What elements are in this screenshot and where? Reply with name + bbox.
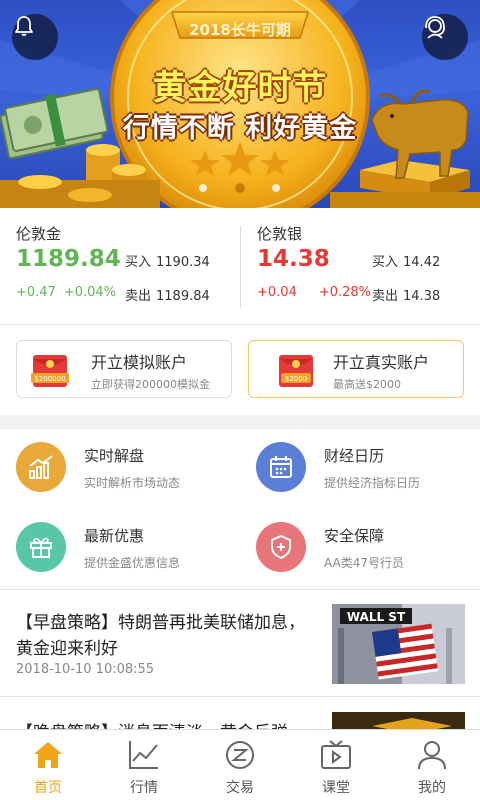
quote-price: 1189.84 bbox=[16, 246, 121, 272]
price-quotes: 伦敦金 1189.84 +0.47 +0.04% 买入 1190.34 卖出 1189… bbox=[0, 208, 480, 325]
tab-trade[interactable]: 交易 bbox=[192, 730, 288, 800]
feature-subtitle: AA类47号行员 bbox=[324, 556, 405, 570]
sell-label: 卖出 bbox=[372, 289, 399, 304]
tv-icon bbox=[321, 740, 351, 769]
quote-change: +0.04 +0.28% bbox=[257, 285, 371, 300]
news-time: 2018-10-10 10:08:55 bbox=[16, 662, 155, 677]
quote-name: 伦敦金 bbox=[16, 225, 62, 243]
quote-name: 伦敦银 bbox=[257, 225, 303, 243]
banner-slogan: 2018长牛可期 bbox=[189, 21, 291, 39]
tab-label: 首页 bbox=[34, 780, 62, 796]
feature-title: 财经日历 bbox=[324, 447, 385, 465]
news-list: 【早盘策略】特朗普再批美联储加息，黄金迎来利好 2018-10-10 10:08… bbox=[0, 589, 480, 748]
banner-subtitle: 行情不断 利好黄金 bbox=[122, 113, 358, 144]
quote-change: +0.47 +0.04% bbox=[16, 285, 116, 300]
silver-quote[interactable]: 伦敦银 14.38 +0.04 +0.28% 买入 14.42 卖出 14.38 bbox=[240, 208, 480, 325]
tab-label: 行情 bbox=[130, 780, 158, 796]
tab-home[interactable]: 首页 bbox=[0, 730, 96, 800]
buy-label: 买入 bbox=[125, 255, 152, 270]
bottom-tab-bar: 首页 行情 交易 课堂 我的 bbox=[0, 729, 480, 800]
envelope-badge: $200000 bbox=[34, 375, 65, 383]
promo-banner[interactable]: 2018长牛可期 黄金好时节 行情不断 利好黄金 bbox=[0, 0, 480, 208]
feature-promotions[interactable]: 最新优惠 提供金盛优惠信息 bbox=[0, 509, 240, 589]
shield-icon bbox=[256, 522, 306, 572]
feature-subtitle: 提供金盛优惠信息 bbox=[84, 556, 181, 570]
account-section: $200000 开立模拟账户 立即获得200000模拟金 $2000 开立真实账… bbox=[0, 325, 480, 415]
change-percent: +0.04% bbox=[63, 285, 117, 300]
tab-label: 课堂 bbox=[322, 780, 350, 796]
tab-profile[interactable]: 我的 bbox=[384, 730, 480, 800]
sell-price: 卖出 14.38 bbox=[372, 285, 440, 304]
sell-label: 卖出 bbox=[125, 289, 152, 304]
line-chart-icon bbox=[129, 741, 158, 769]
open-real-account-button[interactable]: $2000 开立真实账户 最高送$2000 bbox=[248, 340, 464, 398]
feature-subtitle: 提供经济指标日历 bbox=[324, 476, 421, 490]
buy-value: 1190.34 bbox=[156, 255, 210, 270]
feature-security[interactable]: 安全保障 AA类47号行员 bbox=[240, 509, 480, 589]
tab-label: 交易 bbox=[226, 780, 254, 796]
buy-price: 买入 14.42 bbox=[372, 251, 440, 270]
tab-market[interactable]: 行情 bbox=[96, 730, 192, 800]
buy-price: 买入 1190.34 bbox=[125, 251, 210, 270]
wall-street-sign: WALL ST bbox=[347, 610, 406, 624]
quote-price: 14.38 bbox=[257, 246, 330, 272]
feature-grid: 实时解盘 实时解析市场动态 财经日历 提供经济指标日历 最新优惠 提供金盛优惠信… bbox=[0, 429, 480, 589]
banner-title: 黄金好时节 bbox=[152, 68, 328, 108]
sell-value: 14.38 bbox=[403, 289, 441, 304]
news-thumbnail: WALL ST bbox=[332, 604, 465, 684]
home-screen: 2018长牛可期 黄金好时节 行情不断 利好黄金 伦敦金 1189.84 +0.… bbox=[0, 0, 480, 800]
open-demo-account-button[interactable]: $200000 开立模拟账户 立即获得200000模拟金 bbox=[16, 340, 232, 398]
account-subtitle: 最高送$2000 bbox=[333, 378, 401, 391]
tab-classroom[interactable]: 课堂 bbox=[288, 730, 384, 800]
feature-subtitle: 实时解析市场动态 bbox=[84, 476, 181, 490]
red-envelope-icon: $2000 bbox=[279, 355, 313, 387]
tab-label: 我的 bbox=[418, 780, 446, 796]
feature-live-analysis[interactable]: 实时解盘 实时解析市场动态 bbox=[0, 429, 240, 509]
account-subtitle: 立即获得200000模拟金 bbox=[91, 378, 210, 391]
news-title: 【早盘策略】特朗普再批美联储加息，黄金迎来利好 bbox=[16, 613, 305, 659]
feature-title: 安全保障 bbox=[324, 527, 385, 545]
change-percent: +0.28% bbox=[318, 285, 372, 300]
change-value: +0.04 bbox=[257, 285, 297, 300]
buy-label: 买入 bbox=[372, 255, 399, 270]
red-envelope-icon: $200000 bbox=[31, 355, 69, 387]
calendar-icon bbox=[256, 442, 306, 492]
user-icon bbox=[418, 741, 446, 770]
account-title: 开立模拟账户 bbox=[91, 353, 188, 372]
account-title: 开立真实账户 bbox=[333, 353, 430, 372]
gold-quote[interactable]: 伦敦金 1189.84 +0.47 +0.04% 买入 1190.34 卖出 1189… bbox=[0, 208, 240, 325]
trade-icon bbox=[226, 741, 254, 769]
feature-title: 实时解盘 bbox=[84, 447, 145, 465]
gift-icon bbox=[16, 522, 66, 572]
buy-value: 14.42 bbox=[403, 255, 441, 270]
sell-value: 1189.84 bbox=[156, 289, 210, 304]
chart-bars-icon bbox=[16, 442, 66, 492]
news-item[interactable]: 【早盘策略】特朗普再批美联储加息，黄金迎来利好 2018-10-10 10:08… bbox=[0, 590, 480, 697]
home-icon bbox=[34, 742, 62, 768]
envelope-badge: $2000 bbox=[285, 375, 307, 383]
feature-economic-calendar[interactable]: 财经日历 提供经济指标日历 bbox=[240, 429, 480, 509]
feature-title: 最新优惠 bbox=[84, 527, 145, 545]
sell-price: 卖出 1189.84 bbox=[125, 285, 210, 304]
change-value: +0.47 bbox=[16, 285, 56, 300]
section-divider bbox=[0, 415, 480, 429]
